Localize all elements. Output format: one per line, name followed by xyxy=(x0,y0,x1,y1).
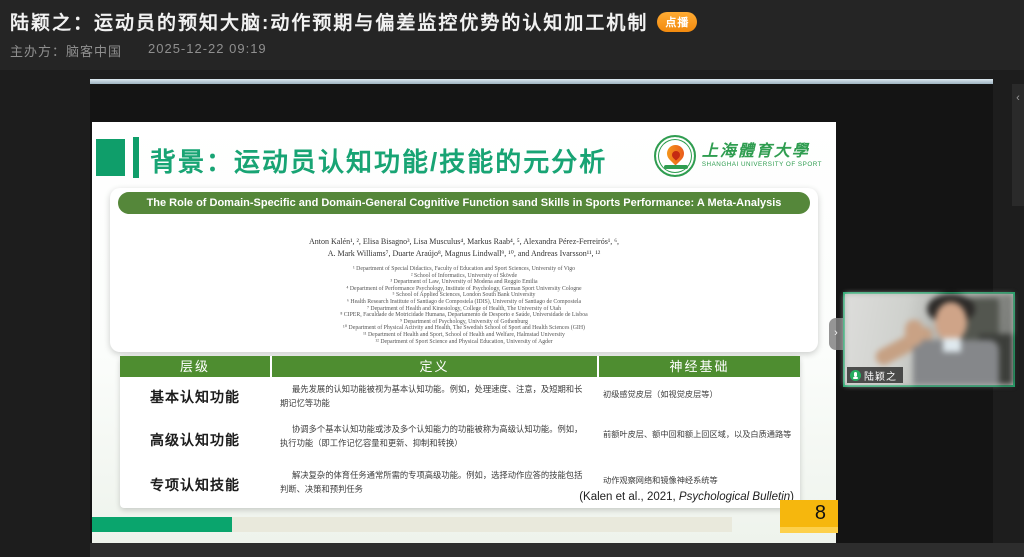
title-accent-bar xyxy=(133,137,139,178)
webinar-page: 陆颖之：运动员的预知大脑:动作预期与偏差监控优势的认知加工机制 点播 主办方：脑… xyxy=(0,0,1024,557)
presenter-name: 陆颖之 xyxy=(864,368,897,383)
title-accent-square xyxy=(96,139,125,176)
affiliations: ¹ Department of Special Didactics, Facul… xyxy=(110,266,818,345)
footer-bar-beige-segment xyxy=(232,517,732,532)
slide-title: 背景：运动员认知功能/技能的元分析 xyxy=(150,142,607,179)
table-cell-definition: 协调多个基本认知功能或涉及多个认知能力的功能被称为高级认知功能。例如，执行功能（… xyxy=(270,417,595,463)
paper-authors: Anton Kalén¹, ², Elisa Bisagno³, Lisa Mu… xyxy=(110,236,818,260)
table-cell-definition: 最先发展的认知功能被视为基本认知功能。例如，处理速度、注意，及短期和长期记忆等功… xyxy=(270,377,595,417)
table-header-row: 层级 定义 神经基础 xyxy=(120,356,800,377)
video-collapse-handle[interactable]: › xyxy=(829,318,843,350)
table-header-definition: 定义 xyxy=(272,356,597,377)
table-cell-definition: 解决复杂的体育任务通常所需的专项高级功能。例如，选择动作应答的技能包括判断、决策… xyxy=(270,463,595,507)
presenter-name-tag: 陆颖之 xyxy=(847,367,903,383)
table-header-level: 层级 xyxy=(120,356,270,377)
datetime-label: 2025-12-22 09:19 xyxy=(148,41,267,60)
player-bottom-strip xyxy=(90,543,1024,557)
table-cell-level: 高级认知功能 xyxy=(120,417,270,463)
citation-journal: Psychological Bulletin xyxy=(679,491,790,503)
subtitle-row: 主办方：脑客中国 2025-12-22 09:19 xyxy=(10,41,267,60)
presenter-video-thumbnail[interactable]: 陆颖之 xyxy=(843,292,1015,387)
authors-line-1: Anton Kalén¹, ², Elisa Bisagno³, Lisa Mu… xyxy=(110,236,818,248)
affiliation-line: ⁷ Department of Health and Kinesiology, … xyxy=(110,306,818,313)
affiliation-line: ¹⁰ Department of Physical Activity and H… xyxy=(110,325,818,332)
authors-line-2: A. Mark Williams⁷, Duarte Araújo⁸, Magnu… xyxy=(110,248,818,260)
table-row: 基本认知功能 最先发展的认知功能被视为基本认知功能。例如，处理速度、注意，及短期… xyxy=(120,377,800,417)
cognitive-function-table: 层级 定义 神经基础 基本认知功能 最先发展的认知功能被视为基本认知功能。例如，… xyxy=(120,356,800,508)
affiliation-line: ¹ Department of Special Didactics, Facul… xyxy=(110,266,818,273)
paper-title: The Role of Domain-Specific and Domain-G… xyxy=(118,192,810,214)
university-logo: 上海體育大學 SHANGHAI UNIVERSITY OF SPORT xyxy=(654,135,822,177)
logo-text: 上海體育大學 SHANGHAI UNIVERSITY OF SPORT xyxy=(702,143,822,170)
table-body: 基本认知功能 最先发展的认知功能被视为基本认知功能。例如，处理速度、注意，及短期… xyxy=(120,377,800,507)
host-label: 主办方：脑客中国 xyxy=(10,41,122,60)
paper-card: The Role of Domain-Specific and Domain-G… xyxy=(110,188,818,352)
affiliation-line: ¹² Department of Sport Science and Physi… xyxy=(110,339,818,346)
footer-bar-green-segment xyxy=(92,517,232,532)
table-cell-neural: 初级感觉皮层（如视觉皮层等） xyxy=(595,377,800,417)
emblem-base xyxy=(664,165,688,169)
page-number: 8 xyxy=(780,500,838,533)
side-panel-strip[interactable]: ‹ xyxy=(1012,84,1024,206)
slide: 背景：运动员认知功能/技能的元分析 上海體育大學 SHANGHAI UNIVER… xyxy=(92,122,836,543)
table-cell-level: 基本认知功能 xyxy=(120,377,270,417)
citation-prefix: (Kalen et al., 2021, xyxy=(579,491,679,503)
affiliation-line: ⁸ CIPER, Faculdade de Motricidade Humana… xyxy=(110,312,818,319)
affiliation-line: ⁵ School of Applied Sciences, London Sou… xyxy=(110,292,818,299)
header-bar: 陆颖之：运动员的预知大脑:动作预期与偏差监控优势的认知加工机制 点播 主办方：脑… xyxy=(0,0,1024,70)
logo-name-cn: 上海體育大學 xyxy=(702,143,822,161)
table-header-neural: 神经基础 xyxy=(599,356,800,377)
microphone-icon xyxy=(850,370,861,381)
title-row: 陆颖之：运动员的预知大脑:动作预期与偏差监控优势的认知加工机制 点播 xyxy=(10,8,697,35)
slide-footer-bar xyxy=(92,517,836,532)
affiliation-line: ⁶ Health Research Institute of Santiago … xyxy=(110,299,818,306)
table-cell-level: 专项认知技能 xyxy=(120,463,270,507)
citation: (Kalen et al., 2021, Psychological Bulle… xyxy=(579,491,794,503)
window-top-strip xyxy=(90,79,993,84)
logo-name-en: SHANGHAI UNIVERSITY OF SPORT xyxy=(702,162,822,169)
university-emblem-icon xyxy=(654,135,696,177)
table-row: 高级认知功能 协调多个基本认知功能或涉及多个认知能力的功能被称为高级认知功能。例… xyxy=(120,417,800,463)
table-cell-neural: 前额叶皮层、额中回和额上回区域，以及白质通路等 xyxy=(595,417,800,463)
vod-status-badge: 点播 xyxy=(657,12,697,32)
affiliation-line: ¹¹ Department of Health and Sport, Schoo… xyxy=(110,332,818,339)
panel-collapse-icon[interactable]: ‹ xyxy=(1012,93,1024,104)
page-title: 陆颖之：运动员的预知大脑:动作预期与偏差监控优势的认知加工机制 xyxy=(10,8,648,35)
affiliation-line: ³ Department of Law, University of Moden… xyxy=(110,279,818,286)
